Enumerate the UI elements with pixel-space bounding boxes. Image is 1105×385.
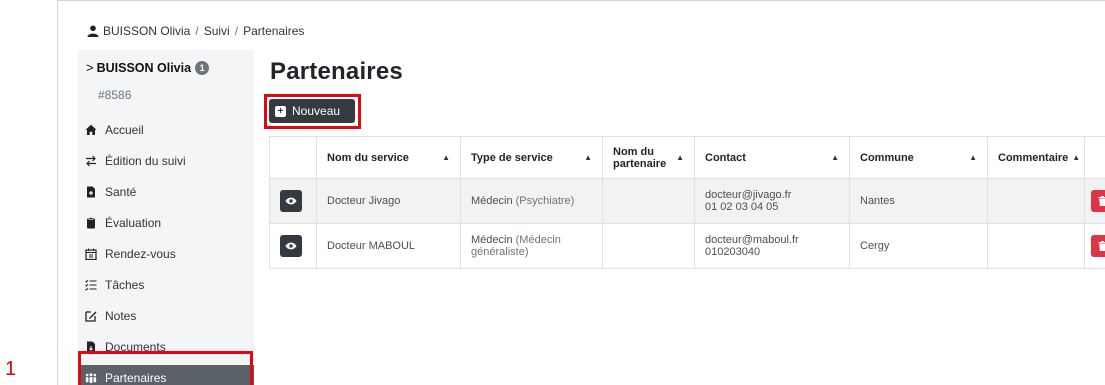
column-header-contact[interactable]: Contact ▲︎ (694, 136, 850, 179)
swap-arrows-icon (86, 155, 96, 166)
table-cell-partner (602, 223, 695, 269)
table-cell-delete (1084, 223, 1105, 269)
table-row: Docteur Jivago Médecin (Psychiatre) doct… (269, 178, 1105, 224)
sidebar-item-edition-suivi[interactable]: Édition du suivi (78, 145, 254, 176)
view-button[interactable] (280, 190, 302, 212)
table-cell-service: Docteur Jivago (316, 178, 461, 224)
sort-icon: ▲︎ (969, 153, 977, 162)
sort-icon: ▲︎ (1072, 153, 1081, 162)
trash-icon (1098, 241, 1105, 251)
contact-email[interactable]: docteur@jivago.fr (705, 189, 839, 201)
column-header-label: Nom du partenaire (613, 145, 667, 170)
table-cell-type: Médecin (Psychiatre) (460, 178, 603, 224)
file-medical-icon (87, 186, 95, 197)
task-list-icon (85, 279, 97, 291)
sidebar-item-label: Tâches (105, 277, 145, 292)
table-cell-service: Docteur MABOUL (316, 223, 461, 269)
sort-icon: ▲︎ (442, 153, 450, 162)
highlight-box-sidebar (78, 351, 253, 385)
service-type: Médecin (471, 195, 513, 207)
column-header-label: Contact (705, 151, 746, 164)
table-header-row: Nom du service ▲︎ Type de service ▲︎ Nom d… (269, 136, 1105, 179)
sidebar-item-taches[interactable]: Tâches (78, 269, 254, 300)
column-header-label: Commune (860, 151, 914, 164)
table-cell-comment (987, 223, 1085, 269)
trash-icon (1098, 196, 1105, 206)
service-type: Médecin (471, 234, 513, 246)
breadcrumb-suivi[interactable]: Suivi (204, 24, 230, 38)
breadcrumb: BUISSON Olivia / Suivi / Partenaires (87, 24, 304, 38)
sidebar-item-accueil[interactable]: Accueil (78, 114, 254, 145)
column-header-commune[interactable]: Commune ▲︎ (849, 136, 988, 179)
clipboard-icon (87, 216, 95, 228)
user-icon (87, 25, 99, 37)
contact-email[interactable]: docteur@maboul.fr (705, 234, 839, 246)
chevron-right-icon: > (86, 60, 94, 75)
edit-icon (85, 310, 97, 322)
table-cell-type: Médecin (Médecin généraliste) (460, 223, 603, 269)
breadcrumb-current: Partenaires (243, 24, 305, 38)
annotation-1: 1 (5, 358, 17, 380)
sidebar-item-label: Édition du suivi (105, 153, 186, 168)
sidebar-item-evaluation[interactable]: Évaluation (78, 207, 254, 238)
eye-icon (285, 197, 297, 205)
highlight-box-new-button (264, 94, 361, 129)
partners-table: Nom du service ▲︎ Type de service ▲︎ Nom d… (269, 136, 1105, 269)
contact-phone: 010203040 (705, 246, 761, 258)
breadcrumb-separator: / (234, 24, 239, 38)
sidebar-item-label: Rendez-vous (105, 246, 176, 261)
table-cell-contact: docteur@maboul.fr 010203040 (694, 223, 850, 269)
sidebar-item-label: Santé (105, 184, 137, 199)
sidebar-nav: Accueil Édition du suivi Santé Évaluatio… (78, 114, 254, 385)
table-cell-contact: docteur@jivago.fr 01 02 03 04 05 (694, 178, 850, 224)
breadcrumb-user[interactable]: BUISSON Olivia (103, 24, 190, 38)
table-cell-commune: Nantes (849, 178, 988, 224)
column-header-label: Type de service (471, 151, 553, 164)
table-row: Docteur MABOUL Médecin (Médecin générali… (269, 223, 1105, 269)
record-id: #8586 (98, 88, 132, 102)
home-icon (85, 124, 97, 135)
column-header-partner[interactable]: Nom du partenaire ▲︎ (602, 136, 695, 179)
table-cell-partner (602, 178, 695, 224)
column-header-actions (269, 136, 317, 179)
sidebar: > BUISSON Olivia 1 #8586 Accueil Édition… (78, 50, 254, 385)
service-type-detail: (Psychiatre) (515, 195, 575, 207)
column-header-label: Nom du service (327, 151, 409, 164)
sidebar-item-label: Notes (105, 308, 137, 323)
breadcrumb-separator: / (195, 24, 199, 38)
column-header-comment[interactable]: Commentaire ▲︎ (987, 136, 1085, 179)
person-name: BUISSON Olivia (96, 60, 192, 75)
sort-icon: ▲︎ (584, 153, 592, 162)
column-header-type[interactable]: Type de service ▲︎ (460, 136, 603, 179)
column-header-label: Commentaire (998, 151, 1069, 164)
sidebar-item-label: Accueil (105, 122, 144, 137)
sidebar-item-notes[interactable]: Notes (78, 300, 254, 331)
sort-icon: ▲︎ (831, 153, 839, 162)
table-cell-comment (987, 178, 1085, 224)
table-cell-commune: Cergy (849, 223, 988, 269)
table-cell-view (269, 178, 317, 224)
delete-button[interactable] (1091, 235, 1105, 257)
delete-button[interactable] (1091, 190, 1105, 212)
eye-icon (285, 242, 297, 250)
sort-icon: ▲︎ (676, 153, 684, 162)
page-title: Partenaires (270, 58, 403, 85)
calendar-icon (85, 248, 97, 260)
sidebar-item-label: Évaluation (105, 215, 162, 230)
sidebar-item-sante[interactable]: Santé (78, 176, 254, 207)
contact-phone: 01 02 03 04 05 (705, 201, 779, 213)
notification-badge: 1 (195, 60, 210, 75)
table-cell-view (269, 223, 317, 269)
table-cell-delete (1084, 178, 1105, 224)
view-button[interactable] (280, 235, 302, 257)
column-header-delete (1084, 136, 1105, 179)
sidebar-item-rendez-vous[interactable]: Rendez-vous (78, 238, 254, 269)
person-header[interactable]: > BUISSON Olivia 1 (86, 60, 210, 75)
column-header-service[interactable]: Nom du service ▲︎ (316, 136, 461, 179)
